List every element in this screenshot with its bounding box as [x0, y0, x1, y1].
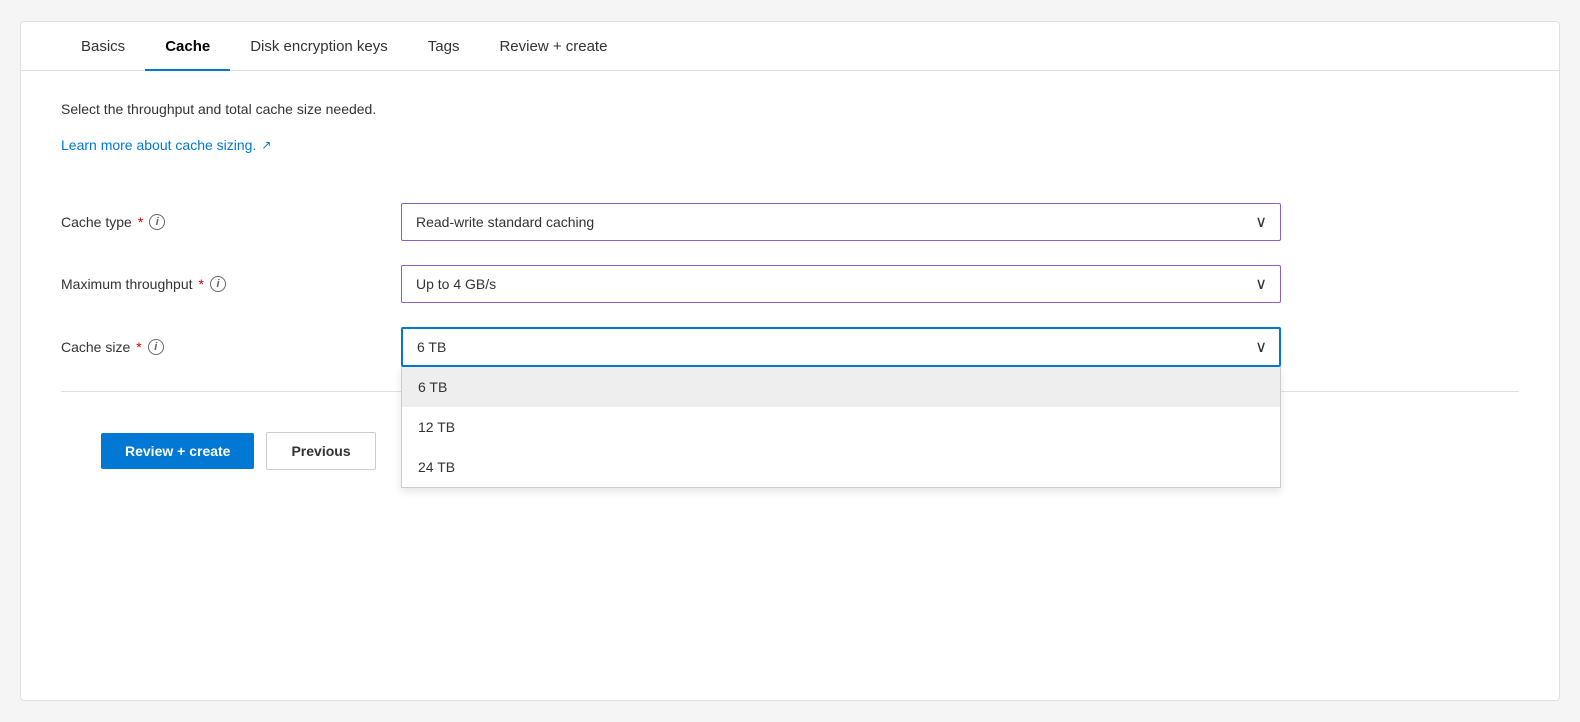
required-star-throughput: *	[199, 276, 204, 292]
cache-size-option-24tb[interactable]: 24 TB	[402, 447, 1280, 487]
cache-size-dropdown-list: 6 TB 12 TB 24 TB	[401, 367, 1281, 488]
cache-type-dropdown[interactable]: Read-write standard caching	[401, 203, 1281, 241]
cache-size-dropdown[interactable]: 6 TB	[401, 327, 1281, 367]
cache-size-option-12tb[interactable]: 12 TB	[402, 407, 1280, 447]
description-text: Select the throughput and total cache si…	[61, 101, 1519, 117]
max-throughput-control: Up to 4 GB/s ∨	[401, 265, 1281, 303]
tab-disk-encryption-keys[interactable]: Disk encryption keys	[230, 22, 408, 71]
cache-size-control: 6 TB ∨ 6 TB 12 TB 24 TB	[401, 327, 1281, 367]
cache-size-option-6tb[interactable]: 6 TB	[402, 367, 1280, 407]
tab-cache[interactable]: Cache	[145, 22, 230, 71]
form-section: Cache type * i Read-write standard cachi…	[61, 203, 1519, 367]
max-throughput-row: Maximum throughput * i Up to 4 GB/s ∨	[61, 265, 1519, 303]
max-throughput-info-icon[interactable]: i	[210, 276, 226, 292]
required-star-cache-type: *	[138, 214, 143, 230]
cache-size-dropdown-wrapper: 6 TB ∨	[401, 327, 1281, 367]
tab-tags[interactable]: Tags	[408, 22, 480, 71]
learn-more-link[interactable]: Learn more about cache sizing. ↗	[61, 137, 271, 153]
cache-type-label: Cache type * i	[61, 214, 401, 230]
cache-type-row: Cache type * i Read-write standard cachi…	[61, 203, 1519, 241]
tab-bar: Basics Cache Disk encryption keys Tags R…	[21, 22, 1559, 71]
cache-size-label: Cache size * i	[61, 339, 401, 355]
required-star-cache-size: *	[136, 339, 141, 355]
content-area: Select the throughput and total cache si…	[21, 71, 1559, 530]
cache-type-info-icon[interactable]: i	[149, 214, 165, 230]
previous-button[interactable]: Previous	[266, 432, 375, 470]
main-window: Basics Cache Disk encryption keys Tags R…	[20, 21, 1560, 701]
cache-type-dropdown-wrapper: Read-write standard caching ∨	[401, 203, 1281, 241]
review-create-button[interactable]: Review + create	[101, 433, 254, 469]
external-link-icon: ↗	[261, 138, 271, 152]
cache-size-info-icon[interactable]: i	[148, 339, 164, 355]
tab-basics[interactable]: Basics	[61, 22, 145, 71]
max-throughput-dropdown[interactable]: Up to 4 GB/s	[401, 265, 1281, 303]
max-throughput-label: Maximum throughput * i	[61, 276, 401, 292]
cache-size-row: Cache size * i 6 TB ∨ 6 TB	[61, 327, 1519, 367]
tab-review-create[interactable]: Review + create	[479, 22, 627, 71]
cache-type-control: Read-write standard caching ∨	[401, 203, 1281, 241]
max-throughput-dropdown-wrapper: Up to 4 GB/s ∨	[401, 265, 1281, 303]
